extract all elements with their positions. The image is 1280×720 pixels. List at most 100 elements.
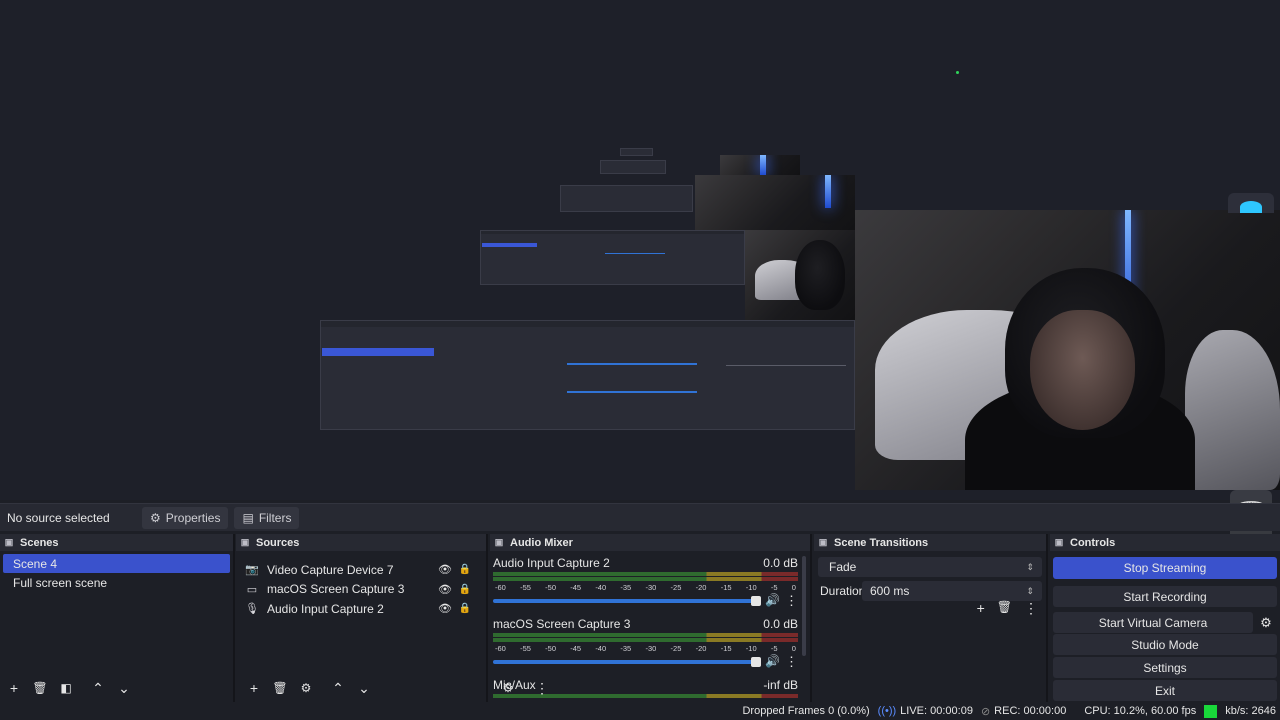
- dock-icon: ▣: [240, 537, 250, 547]
- source-row[interactable]: ▭ macOS Screen Capture 3 👁 🔒: [236, 580, 486, 600]
- channel-db: 0.0 dB: [763, 556, 798, 570]
- add-source-icon[interactable]: +: [244, 678, 264, 698]
- remove-transition-icon[interactable]: 🗑: [997, 600, 1012, 617]
- kbs-status: kb/s: 2646: [1225, 705, 1276, 717]
- duration-label: Duration: [820, 584, 866, 598]
- scene-transitions-dock: ▣ Scene Transitions Fade ⇕ Duration 600 …: [814, 534, 1048, 702]
- visibility-eye-icon[interactable]: 👁: [438, 583, 452, 596]
- transition-tools: + 🗑 ⋮: [977, 600, 1038, 617]
- filters-button[interactable]: ▤ Filters: [234, 506, 300, 529]
- move-down-icon[interactable]: ⌄: [354, 678, 374, 698]
- scenes-toolbar: + 🗑 ◧ ⌃ ⌄: [0, 676, 233, 700]
- source-list: 📷 Video Capture Device 7 👁 🔒 ▭ macOS Scr…: [236, 551, 486, 619]
- live-time: LIVE: 00:00:09: [900, 705, 973, 717]
- visibility-eye-icon[interactable]: 👁: [438, 602, 452, 615]
- broadcast-icon: ((•)): [877, 705, 897, 717]
- rec-status: ⊘ REC: 00:00:00: [981, 705, 1066, 718]
- move-up-icon[interactable]: ⌃: [88, 678, 108, 698]
- context-bar: No source selected ⚙ Properties ▤ Filter…: [0, 503, 1280, 531]
- exit-button[interactable]: Exit: [1053, 680, 1277, 701]
- mixer-header: ▣ Audio Mixer: [490, 534, 810, 551]
- speaker-icon[interactable]: 🔊: [765, 593, 780, 607]
- dock-icon: ▣: [494, 537, 504, 547]
- scene-list: Scene 4 Full screen scene: [0, 551, 233, 592]
- dock-icon: ▣: [4, 537, 14, 547]
- start-virtual-camera-button[interactable]: Start Virtual Camera: [1053, 612, 1253, 633]
- source-name: Video Capture Device 7: [267, 562, 394, 577]
- app-dock-icon: [1228, 193, 1274, 213]
- gear-icon: ⚙: [150, 510, 161, 525]
- studio-mode-button[interactable]: Studio Mode: [1053, 634, 1277, 655]
- stop-streaming-button[interactable]: Stop Streaming: [1053, 557, 1277, 579]
- nested-capture-4: [600, 160, 666, 174]
- nested-webcam-3: [720, 155, 800, 175]
- scene-filters-icon[interactable]: ◧: [56, 678, 76, 698]
- sources-header: ▣ Sources: [236, 534, 486, 551]
- move-down-icon[interactable]: ⌄: [114, 678, 134, 698]
- remove-scene-icon[interactable]: 🗑: [30, 678, 50, 698]
- audio-mixer-dock: ▣ Audio Mixer Audio Input Capture 2 0.0 …: [490, 534, 812, 702]
- duration-spinbox[interactable]: 600 ms ⇕: [862, 581, 1042, 601]
- sources-dock: ▣ Sources 📷 Video Capture Device 7 👁 🔒 ▭…: [236, 534, 488, 702]
- add-transition-icon[interactable]: +: [977, 600, 985, 617]
- mixer-title: Audio Mixer: [510, 536, 573, 549]
- slider-knob[interactable]: [751, 657, 761, 667]
- volume-meter: [493, 577, 798, 581]
- scenes-dock: ▣ Scenes Scene 4 Full screen scene + 🗑 ◧…: [0, 534, 235, 702]
- visibility-eye-icon[interactable]: 👁: [438, 563, 452, 576]
- add-scene-icon[interactable]: +: [4, 678, 24, 698]
- more-vertical-icon[interactable]: ⋮: [785, 654, 798, 670]
- lock-icon[interactable]: 🔒: [458, 603, 472, 614]
- filters-label: Filters: [258, 510, 292, 525]
- nested-webcam-2: [695, 175, 855, 230]
- source-row[interactable]: 📷 Video Capture Device 7 👁 🔒: [236, 560, 486, 580]
- dock-icon: ▣: [1054, 537, 1064, 547]
- source-name: macOS Screen Capture 3: [267, 582, 405, 597]
- lock-icon[interactable]: 🔒: [458, 564, 472, 575]
- source-row[interactable]: 🎙 Audio Input Capture 2 👁 🔒: [236, 599, 486, 619]
- mixer-channel: macOS Screen Capture 3 0.0 dB -60 -55 -50-…: [493, 617, 798, 670]
- green-dot: [956, 71, 959, 74]
- volume-slider[interactable]: 🔊 ⋮: [493, 593, 798, 609]
- remove-source-icon[interactable]: 🗑: [270, 678, 290, 698]
- more-vertical-icon[interactable]: ⋮: [785, 593, 798, 609]
- properties-button[interactable]: ⚙ Properties: [142, 506, 229, 529]
- speaker-icon[interactable]: 🔊: [765, 654, 780, 668]
- webcam-feed: [855, 210, 1280, 490]
- dropped-frames: Dropped Frames 0 (0.0%): [742, 705, 870, 717]
- properties-label: Properties: [165, 510, 221, 525]
- channel-name: macOS Screen Capture 3: [493, 617, 631, 631]
- mixer-scrollbar[interactable]: [802, 556, 806, 656]
- duration-value: 600 ms: [870, 584, 910, 598]
- microphone-icon: 🎙: [245, 603, 259, 616]
- move-up-icon[interactable]: ⌃: [328, 678, 348, 698]
- transitions-header: ▣ Scene Transitions: [814, 534, 1046, 551]
- advanced-audio-gear-icon[interactable]: ⚙: [498, 678, 518, 698]
- virtual-camera-gear-icon[interactable]: ⚙: [1255, 612, 1277, 633]
- camera-icon: 📷: [245, 564, 259, 577]
- source-properties-gear-icon[interactable]: ⚙: [296, 678, 316, 698]
- mixer-channel: Audio Input Capture 2 0.0 dB -60 -55 -50 -4…: [493, 556, 798, 609]
- more-vertical-icon[interactable]: ⋮: [532, 678, 552, 698]
- program-preview[interactable]: [0, 0, 1280, 500]
- chevron-updown-icon: ⇕: [1026, 561, 1034, 572]
- scene-item[interactable]: Full screen scene: [3, 573, 230, 592]
- transition-select[interactable]: Fade ⇕: [818, 557, 1042, 577]
- chevron-updown-icon[interactable]: ⇕: [1026, 586, 1034, 597]
- sources-toolbar: + 🗑 ⚙ ⌃ ⌄: [236, 676, 486, 700]
- lock-icon[interactable]: 🔒: [458, 584, 472, 595]
- volume-meter: [493, 572, 798, 576]
- scene-item[interactable]: Scene 4: [3, 554, 230, 573]
- source-name: Audio Input Capture 2: [267, 601, 384, 616]
- controls-title: Controls: [1070, 536, 1116, 549]
- mixer-toolbar: ⚙ ⋮: [490, 676, 810, 700]
- slider-knob[interactable]: [751, 596, 761, 606]
- settings-button[interactable]: Settings: [1053, 657, 1277, 678]
- start-recording-button[interactable]: Start Recording: [1053, 586, 1277, 607]
- more-vertical-icon[interactable]: ⋮: [1024, 600, 1038, 617]
- volume-meter: [493, 633, 798, 637]
- volume-slider[interactable]: 🔊 ⋮: [493, 654, 798, 670]
- controls-dock: ▣ Controls Stop Streaming Start Recordin…: [1050, 534, 1280, 702]
- status-bar: Dropped Frames 0 (0.0%) ((•)) LIVE: 00:0…: [0, 702, 1280, 720]
- monitor-icon: ▭: [246, 583, 258, 596]
